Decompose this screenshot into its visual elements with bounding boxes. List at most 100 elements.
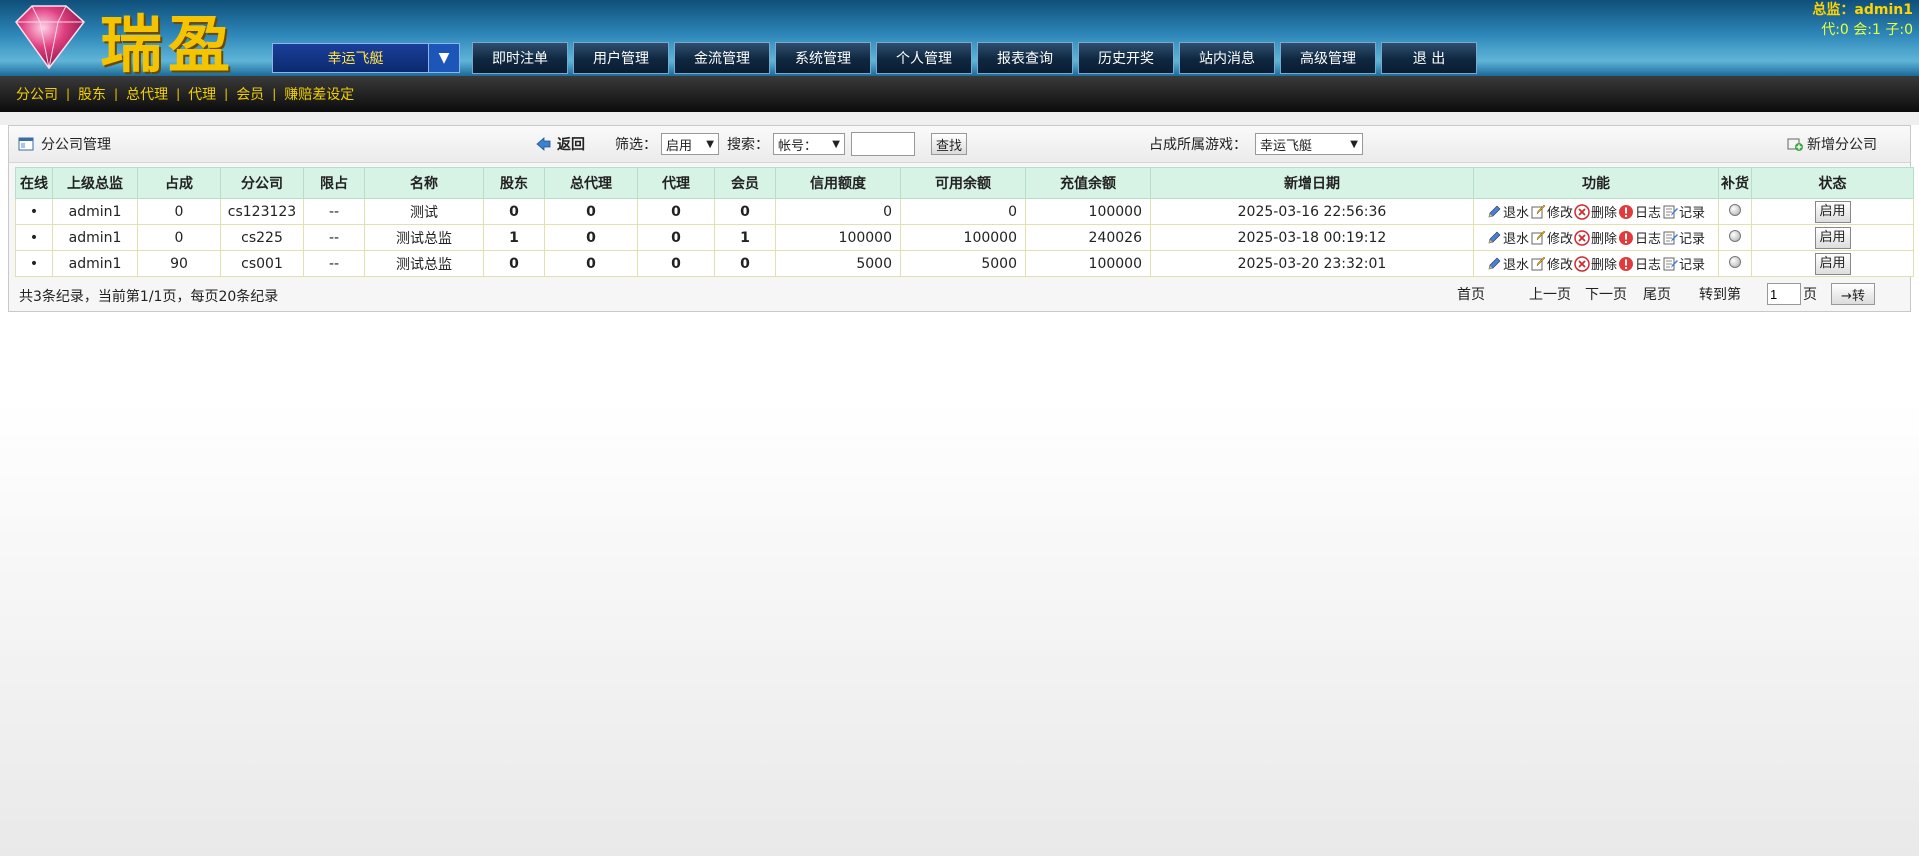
- cell-status: 启用: [1751, 224, 1914, 251]
- filter-select[interactable]: 启用 ▼: [661, 133, 719, 155]
- log-action[interactable]: 日志: [1618, 228, 1661, 247]
- nav-personal[interactable]: 个人管理: [876, 42, 972, 74]
- subnav-general-agent[interactable]: 总代理: [126, 84, 168, 104]
- edit-action[interactable]: 修改: [1530, 228, 1573, 247]
- cell-refill: [1718, 224, 1752, 251]
- nav-logout[interactable]: 退 出: [1381, 42, 1477, 74]
- table-row: • admin1 0 cs225 -- 测试总监 1 0 0 1 100000 100000 24002…: [15, 224, 1914, 251]
- sub-nav: 分公司 | 股东 | 总代理 | 代理 | 会员 | 赚赔差设定: [0, 76, 1919, 112]
- delete-action[interactable]: 删除: [1574, 202, 1617, 221]
- chevron-down-icon[interactable]: ▼: [428, 44, 459, 72]
- rebate-action[interactable]: 退水: [1486, 228, 1529, 247]
- cell-parent: admin1: [52, 250, 138, 277]
- cell-company: cs001: [220, 250, 304, 277]
- cell-company: cs123123: [220, 198, 304, 225]
- filter-value: 启用: [666, 138, 693, 154]
- edit-action[interactable]: 修改: [1530, 202, 1573, 221]
- cell-date: 2025-03-20 23:32:01: [1150, 250, 1474, 277]
- back-label: 返回: [557, 137, 585, 153]
- nav-reports[interactable]: 报表查询: [977, 42, 1073, 74]
- nav-draw-history[interactable]: 历史开奖: [1078, 42, 1174, 74]
- edit-action[interactable]: 修改: [1530, 254, 1573, 273]
- nav-cashflow[interactable]: 金流管理: [674, 42, 770, 74]
- cell-limit: --: [303, 224, 365, 251]
- record-action[interactable]: 记录: [1662, 202, 1705, 221]
- nav-system[interactable]: 系统管理: [775, 42, 871, 74]
- subnav-member[interactable]: 会员: [236, 84, 264, 104]
- page-number-input[interactable]: [1767, 283, 1801, 305]
- search-field-select[interactable]: 帐号： ▼: [773, 133, 845, 155]
- game-filter-label: 占成所属游戏：: [1149, 137, 1247, 153]
- edit-icon: [1530, 230, 1546, 246]
- delete-action-label: 删除: [1590, 232, 1617, 247]
- next-page-link[interactable]: 下一页: [1585, 284, 1627, 304]
- diamond-logo-icon: [15, 5, 86, 70]
- col-members: 会员: [714, 167, 776, 199]
- subnav-company[interactable]: 分公司: [16, 84, 58, 104]
- cell-share: 0: [137, 224, 221, 251]
- subnav-shareholder[interactable]: 股东: [78, 84, 106, 104]
- col-share: 占成: [137, 167, 221, 199]
- rebate-action-label: 退水: [1502, 206, 1529, 221]
- log-action[interactable]: 日志: [1618, 202, 1661, 221]
- cell-refill: [1718, 198, 1752, 225]
- rebate-action[interactable]: 退水: [1486, 202, 1529, 221]
- first-page-link[interactable]: 首页: [1457, 284, 1485, 304]
- status-button[interactable]: 启用: [1814, 252, 1851, 275]
- col-recharge: 充值余额: [1025, 167, 1151, 199]
- chevron-down-icon: ▼: [706, 138, 714, 150]
- rebate-action-label: 退水: [1502, 232, 1529, 247]
- subnav-odds-diff[interactable]: 赚赔差设定: [284, 84, 354, 104]
- log-icon: [1618, 256, 1634, 272]
- cell-agents: 0: [637, 224, 715, 251]
- prev-page-link[interactable]: 上一页: [1529, 284, 1571, 304]
- search-input[interactable]: [851, 132, 915, 156]
- cell-agents: 0: [637, 250, 715, 277]
- delete-icon: [1574, 255, 1590, 272]
- record-action[interactable]: 记录: [1662, 254, 1705, 273]
- delete-action[interactable]: 删除: [1574, 254, 1617, 273]
- chevron-down-icon: ▼: [832, 138, 840, 150]
- rebate-action[interactable]: 退水: [1486, 254, 1529, 273]
- cell-recharge: 100000: [1025, 250, 1151, 277]
- rebate-action-label: 退水: [1502, 258, 1529, 273]
- nav-advanced[interactable]: 高级管理: [1280, 42, 1376, 74]
- page-title: 分公司管理: [41, 137, 111, 153]
- last-page-link[interactable]: 尾页: [1643, 284, 1671, 304]
- game-filter-select[interactable]: 幸运飞艇 ▼: [1255, 133, 1363, 155]
- delete-action-label: 删除: [1590, 206, 1617, 221]
- table-row: • admin1 90 cs001 -- 测试总监 0 0 0 0 5000 5000 100000 20…: [15, 250, 1914, 277]
- refill-radio-icon[interactable]: [1729, 203, 1741, 216]
- record-action[interactable]: 记录: [1662, 228, 1705, 247]
- add-company-button[interactable]: 新增分公司: [1787, 126, 1877, 162]
- cell-recharge: 100000: [1025, 198, 1151, 225]
- edit-action-label: 修改: [1546, 258, 1573, 273]
- game-selector[interactable]: 幸运飞艇 ▼: [272, 43, 460, 73]
- record-summary: 共3条纪录，当前第1/1页，每页20条纪录: [19, 289, 279, 305]
- cell-date: 2025-03-16 22:56:36: [1150, 198, 1474, 225]
- game-filter-value: 幸运飞艇: [1260, 138, 1313, 154]
- cell-credit: 100000: [775, 224, 901, 251]
- col-credit: 信用额度: [775, 167, 901, 199]
- col-date: 新增日期: [1150, 167, 1474, 199]
- search-button[interactable]: 查找: [931, 133, 967, 155]
- cell-limit: --: [303, 250, 365, 277]
- refill-radio-icon[interactable]: [1729, 229, 1741, 242]
- delete-action[interactable]: 删除: [1574, 228, 1617, 247]
- nav-user-management[interactable]: 用户管理: [573, 42, 669, 74]
- log-action[interactable]: 日志: [1618, 254, 1661, 273]
- cell-shareholders: 0: [483, 198, 545, 225]
- cell-name: 测试总监: [364, 250, 484, 277]
- nav-live-bets[interactable]: 即时注单: [472, 42, 568, 74]
- status-button[interactable]: 启用: [1814, 226, 1851, 249]
- back-button[interactable]: 返回: [533, 126, 585, 162]
- cell-members: 0: [714, 198, 776, 225]
- refill-radio-icon[interactable]: [1729, 255, 1741, 268]
- status-button[interactable]: 启用: [1814, 200, 1851, 223]
- cell-available: 5000: [900, 250, 1026, 277]
- go-button[interactable]: →转: [1831, 283, 1875, 305]
- rebate-pencil-icon: [1486, 230, 1502, 246]
- log-action-label: 日志: [1635, 232, 1662, 247]
- nav-messages[interactable]: 站内消息: [1179, 42, 1275, 74]
- subnav-agent[interactable]: 代理: [188, 84, 216, 104]
